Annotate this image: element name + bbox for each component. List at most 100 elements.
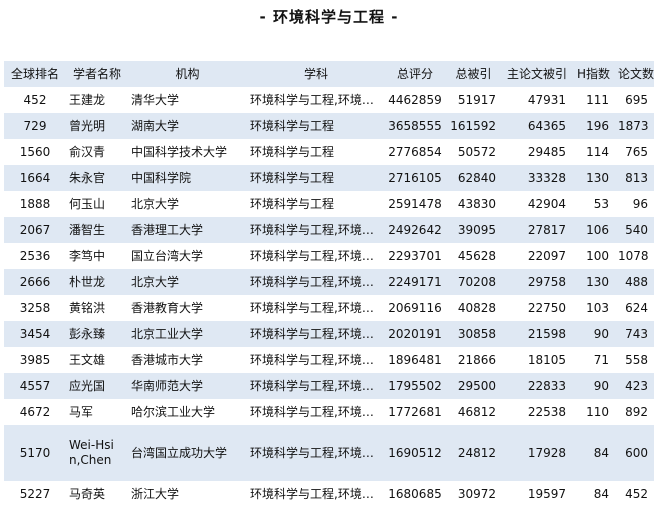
cell-total-citations: 50572 <box>457 145 496 159</box>
column-header-total-score[interactable]: 总评分 <box>385 61 445 87</box>
cell-total-score: 2492642 <box>388 223 442 237</box>
column-header-h-index[interactable]: H指数 <box>572 61 615 87</box>
cell-subject: 环境科学与工程 <box>250 119 335 133</box>
cell-h-index: 130 <box>586 171 609 185</box>
cell-total-citations: 45628 <box>457 249 496 263</box>
cell-h-index: 71 <box>593 353 609 367</box>
cell-total-score: 2716105 <box>388 171 442 185</box>
cell-h-index: 103 <box>586 301 609 315</box>
table-row: 1888 何玉山 北京大学 环境科学与工程 2591478 43830 4290… <box>4 191 654 217</box>
table-header-row: 全球排名 学者名称 机构 学科 总评分 总被引 主论文被引 H指数 论文数 <box>4 61 654 87</box>
cell-total-citations: 24812 <box>457 446 496 460</box>
cell-total-citations: 21866 <box>457 353 496 367</box>
cell-h-index: 53 <box>593 197 609 211</box>
cell-h-index: 100 <box>586 249 609 263</box>
cell-institution: 香港理工大学 <box>131 223 204 237</box>
cell-institution: 浙江大学 <box>131 487 180 501</box>
table-row: 452 王建龙 清华大学 环境科学与工程,环境… 4462859 51917 4… <box>4 87 654 113</box>
cell-rank: 5170 <box>19 446 51 460</box>
cell-subject: 环境科学与工程,环境… <box>250 249 374 263</box>
cell-rank: 2536 <box>19 249 51 263</box>
cell-main-citations: 22833 <box>527 379 566 393</box>
cell-paper-count: 765 <box>625 145 648 159</box>
table-row: 2536 李笃中 国立台湾大学 环境科学与工程,环境… 2293701 4562… <box>4 243 654 269</box>
cell-paper-count: 1078 <box>618 249 649 263</box>
cell-scholar: 黄铭洪 <box>69 301 106 315</box>
cell-institution: 哈尔滨工业大学 <box>131 405 216 419</box>
cell-main-citations: 22538 <box>527 405 566 419</box>
cell-h-index: 114 <box>586 145 609 159</box>
cell-paper-count: 600 <box>625 446 648 460</box>
cell-paper-count: 540 <box>625 223 648 237</box>
cell-main-citations: 18105 <box>527 353 566 367</box>
cell-total-citations: 29500 <box>457 379 496 393</box>
cell-subject: 环境科学与工程 <box>250 145 335 159</box>
cell-total-citations: 62840 <box>457 171 496 185</box>
cell-rank: 5227 <box>19 487 51 501</box>
cell-total-score: 2069116 <box>388 301 442 315</box>
cell-paper-count: 743 <box>625 327 648 341</box>
cell-h-index: 106 <box>586 223 609 237</box>
column-header-subject[interactable]: 学科 <box>247 61 385 87</box>
cell-scholar: 朱永官 <box>69 171 106 185</box>
cell-institution: 中国科学院 <box>131 171 192 185</box>
table-row: 1664 朱永官 中国科学院 环境科学与工程 2716105 62840 333… <box>4 165 654 191</box>
column-header-main-citations[interactable]: 主论文被引 <box>502 61 572 87</box>
cell-total-score: 4462859 <box>388 93 442 107</box>
cell-total-citations: 30858 <box>457 327 496 341</box>
cell-total-score: 1772681 <box>388 405 442 419</box>
cell-total-citations: 30972 <box>457 487 496 501</box>
column-header-rank[interactable]: 全球排名 <box>4 61 66 87</box>
cell-total-score: 1680685 <box>388 487 442 501</box>
cell-h-index: 90 <box>593 379 609 393</box>
table-row: 3258 黄铭洪 香港教育大学 环境科学与工程,环境… 2069116 4082… <box>4 295 654 321</box>
cell-total-citations: 39095 <box>457 223 496 237</box>
cell-institution: 北京工业大学 <box>131 327 204 341</box>
cell-paper-count: 558 <box>625 353 648 367</box>
cell-total-score: 1795502 <box>388 379 442 393</box>
table-row: 1560 俞汉青 中国科学技术大学 环境科学与工程 2776854 50572 … <box>4 139 654 165</box>
cell-total-citations: 70208 <box>457 275 496 289</box>
column-header-institution[interactable]: 机构 <box>128 61 247 87</box>
cell-subject: 环境科学与工程,环境… <box>250 405 374 419</box>
cell-institution: 华南师范大学 <box>131 379 204 393</box>
cell-institution: 台湾国立成功大学 <box>131 446 228 460</box>
cell-scholar: Wei-Hsin,Chen <box>69 438 114 467</box>
cell-rank: 4672 <box>19 405 51 419</box>
column-header-paper-count[interactable]: 论文数 <box>615 61 654 87</box>
cell-main-citations: 64365 <box>527 119 566 133</box>
column-header-total-citations[interactable]: 总被引 <box>445 61 502 87</box>
cell-subject: 环境科学与工程,环境… <box>250 223 374 237</box>
page-title: - 环境科学与工程 - <box>259 8 399 26</box>
cell-h-index: 90 <box>593 327 609 341</box>
cell-h-index: 84 <box>593 487 609 501</box>
cell-paper-count: 96 <box>632 197 648 211</box>
cell-scholar: 李笃中 <box>69 249 106 263</box>
cell-institution: 北京大学 <box>131 197 180 211</box>
cell-scholar: 俞汉青 <box>69 145 106 159</box>
cell-institution: 香港教育大学 <box>131 301 204 315</box>
column-header-scholar[interactable]: 学者名称 <box>66 61 128 87</box>
cell-rank: 2067 <box>19 223 51 237</box>
cell-paper-count: 452 <box>625 487 648 501</box>
cell-subject: 环境科学与工程,环境… <box>250 301 374 315</box>
cell-paper-count: 813 <box>625 171 648 185</box>
cell-h-index: 110 <box>586 405 609 419</box>
cell-total-score: 3658555 <box>388 119 442 133</box>
cell-total-score: 2776854 <box>388 145 442 159</box>
cell-scholar: 曾光明 <box>69 119 106 133</box>
cell-subject: 环境科学与工程,环境… <box>250 379 374 393</box>
cell-total-score: 2591478 <box>388 197 442 211</box>
table-row: 4672 马军 哈尔滨工业大学 环境科学与工程,环境… 1772681 4681… <box>4 399 654 425</box>
cell-main-citations: 22097 <box>527 249 566 263</box>
cell-scholar: 朴世龙 <box>69 275 106 289</box>
cell-total-score: 1690512 <box>388 446 442 460</box>
cell-scholar: 王文雄 <box>69 353 106 367</box>
ranking-table: 全球排名 学者名称 机构 学科 总评分 总被引 主论文被引 H指数 论文数 45… <box>4 61 654 507</box>
cell-total-score: 2020191 <box>388 327 442 341</box>
cell-paper-count: 488 <box>625 275 648 289</box>
cell-subject: 环境科学与工程,环境… <box>250 327 374 341</box>
cell-main-citations: 29485 <box>527 145 566 159</box>
cell-h-index: 130 <box>586 275 609 289</box>
cell-paper-count: 695 <box>625 93 648 107</box>
